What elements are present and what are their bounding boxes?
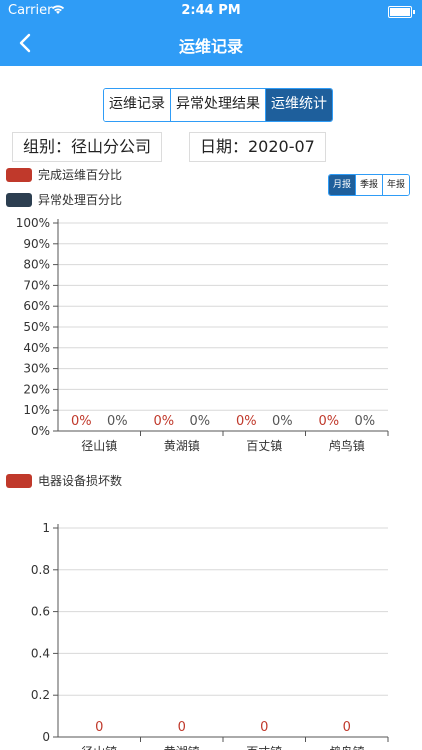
y-tick-label: 50%	[23, 320, 50, 334]
data-label: 0%	[153, 414, 174, 429]
legend-swatch	[6, 167, 32, 182]
y-tick-label: 0	[42, 730, 50, 744]
y-tick-label: 10%	[23, 403, 50, 417]
clock: 2:44 PM	[181, 3, 241, 18]
data-label: 0%	[107, 414, 128, 429]
y-tick-label: 0.8	[31, 563, 50, 577]
y-tick-label: 0.6	[31, 605, 50, 619]
legend-item-completion: 完成运维百分比	[6, 166, 122, 183]
y-tick-label: 80%	[23, 258, 50, 272]
legend-label: 电器设备损坏数	[38, 474, 123, 488]
x-tick-label: 百丈镇	[246, 439, 282, 453]
y-tick-label: 0%	[31, 424, 50, 438]
x-tick-label: 鸬鸟镇	[329, 438, 365, 453]
data-label: 0%	[272, 414, 293, 429]
legend-label: 完成运维百分比	[38, 168, 123, 182]
legend-label: 异常处理百分比	[38, 193, 123, 207]
legend-item-damaged: 电器设备损坏数	[6, 472, 122, 489]
data-label: 0	[260, 720, 268, 735]
battery-icon	[388, 6, 415, 18]
data-label: 0	[95, 720, 103, 735]
top-bar: Carrier 2:44 PM 运维记录	[0, 0, 422, 66]
legend-swatch	[6, 473, 32, 488]
y-tick-label: 70%	[23, 278, 50, 292]
page-title: 运维记录	[178, 37, 243, 56]
org-selector[interactable]: 组别：径山分公司	[12, 132, 163, 162]
x-tick-label: 黄湖镇	[164, 438, 200, 453]
x-tick-label: 径山镇	[81, 439, 117, 453]
damage-count-chart: 0 0.2 0.4 0.6 0.8 1 径山镇 0 黄湖镇 0 百丈镇 0 鸬鸟镇 0	[31, 521, 389, 750]
x-tick-label: 鸬鸟镇	[329, 744, 365, 750]
data-label: 0%	[354, 414, 375, 429]
data-label: 0%	[71, 414, 92, 429]
y-tick-label: 30%	[23, 362, 50, 376]
data-label: 0	[343, 720, 351, 735]
percentage-chart: 0% 10% 20% 30% 40% 50% 60% 70% 80% 90% 100% 径山镇 0% 0%…	[16, 216, 389, 453]
period-toggle: 月报 季报 年报	[327, 174, 410, 196]
legend-item-exception: 异常处理百分比	[6, 191, 122, 208]
annual-report-button[interactable]: 年报	[382, 175, 409, 195]
nav-bar: 运维记录	[0, 22, 422, 66]
y-tick-label: 0.4	[31, 646, 50, 660]
date-selector[interactable]: 日期：2020-07	[189, 132, 326, 162]
data-label: 0%	[236, 414, 257, 429]
y-tick-label: 40%	[23, 341, 50, 355]
tab-maintenance-records[interactable]: 运维记录	[104, 89, 171, 121]
data-label: 0	[178, 720, 186, 735]
y-tick-label: 0.2	[31, 688, 50, 702]
x-tick-label: 百丈镇	[246, 745, 282, 750]
y-tick-label: 1	[42, 521, 50, 535]
legend-swatch	[6, 192, 32, 207]
y-tick-label: 60%	[23, 299, 50, 313]
data-label: 0%	[318, 414, 339, 429]
y-tick-label: 20%	[23, 382, 50, 396]
x-tick-label: 黄湖镇	[164, 744, 200, 750]
y-tick-label: 90%	[23, 237, 50, 251]
quarterly-report-button[interactable]: 季报	[355, 175, 383, 195]
tab-exception-results[interactable]: 异常处理结果	[171, 89, 266, 121]
status-bar: Carrier 2:44 PM	[0, 0, 422, 22]
y-tick-label: 100%	[16, 216, 50, 230]
data-label: 0%	[189, 414, 210, 429]
monthly-report-button[interactable]: 月报	[328, 175, 356, 195]
tab-maintenance-stats[interactable]: 运维统计	[266, 89, 332, 121]
x-tick-label: 径山镇	[81, 745, 117, 750]
segment-tabs: 运维记录 异常处理结果 运维统计	[103, 88, 333, 122]
